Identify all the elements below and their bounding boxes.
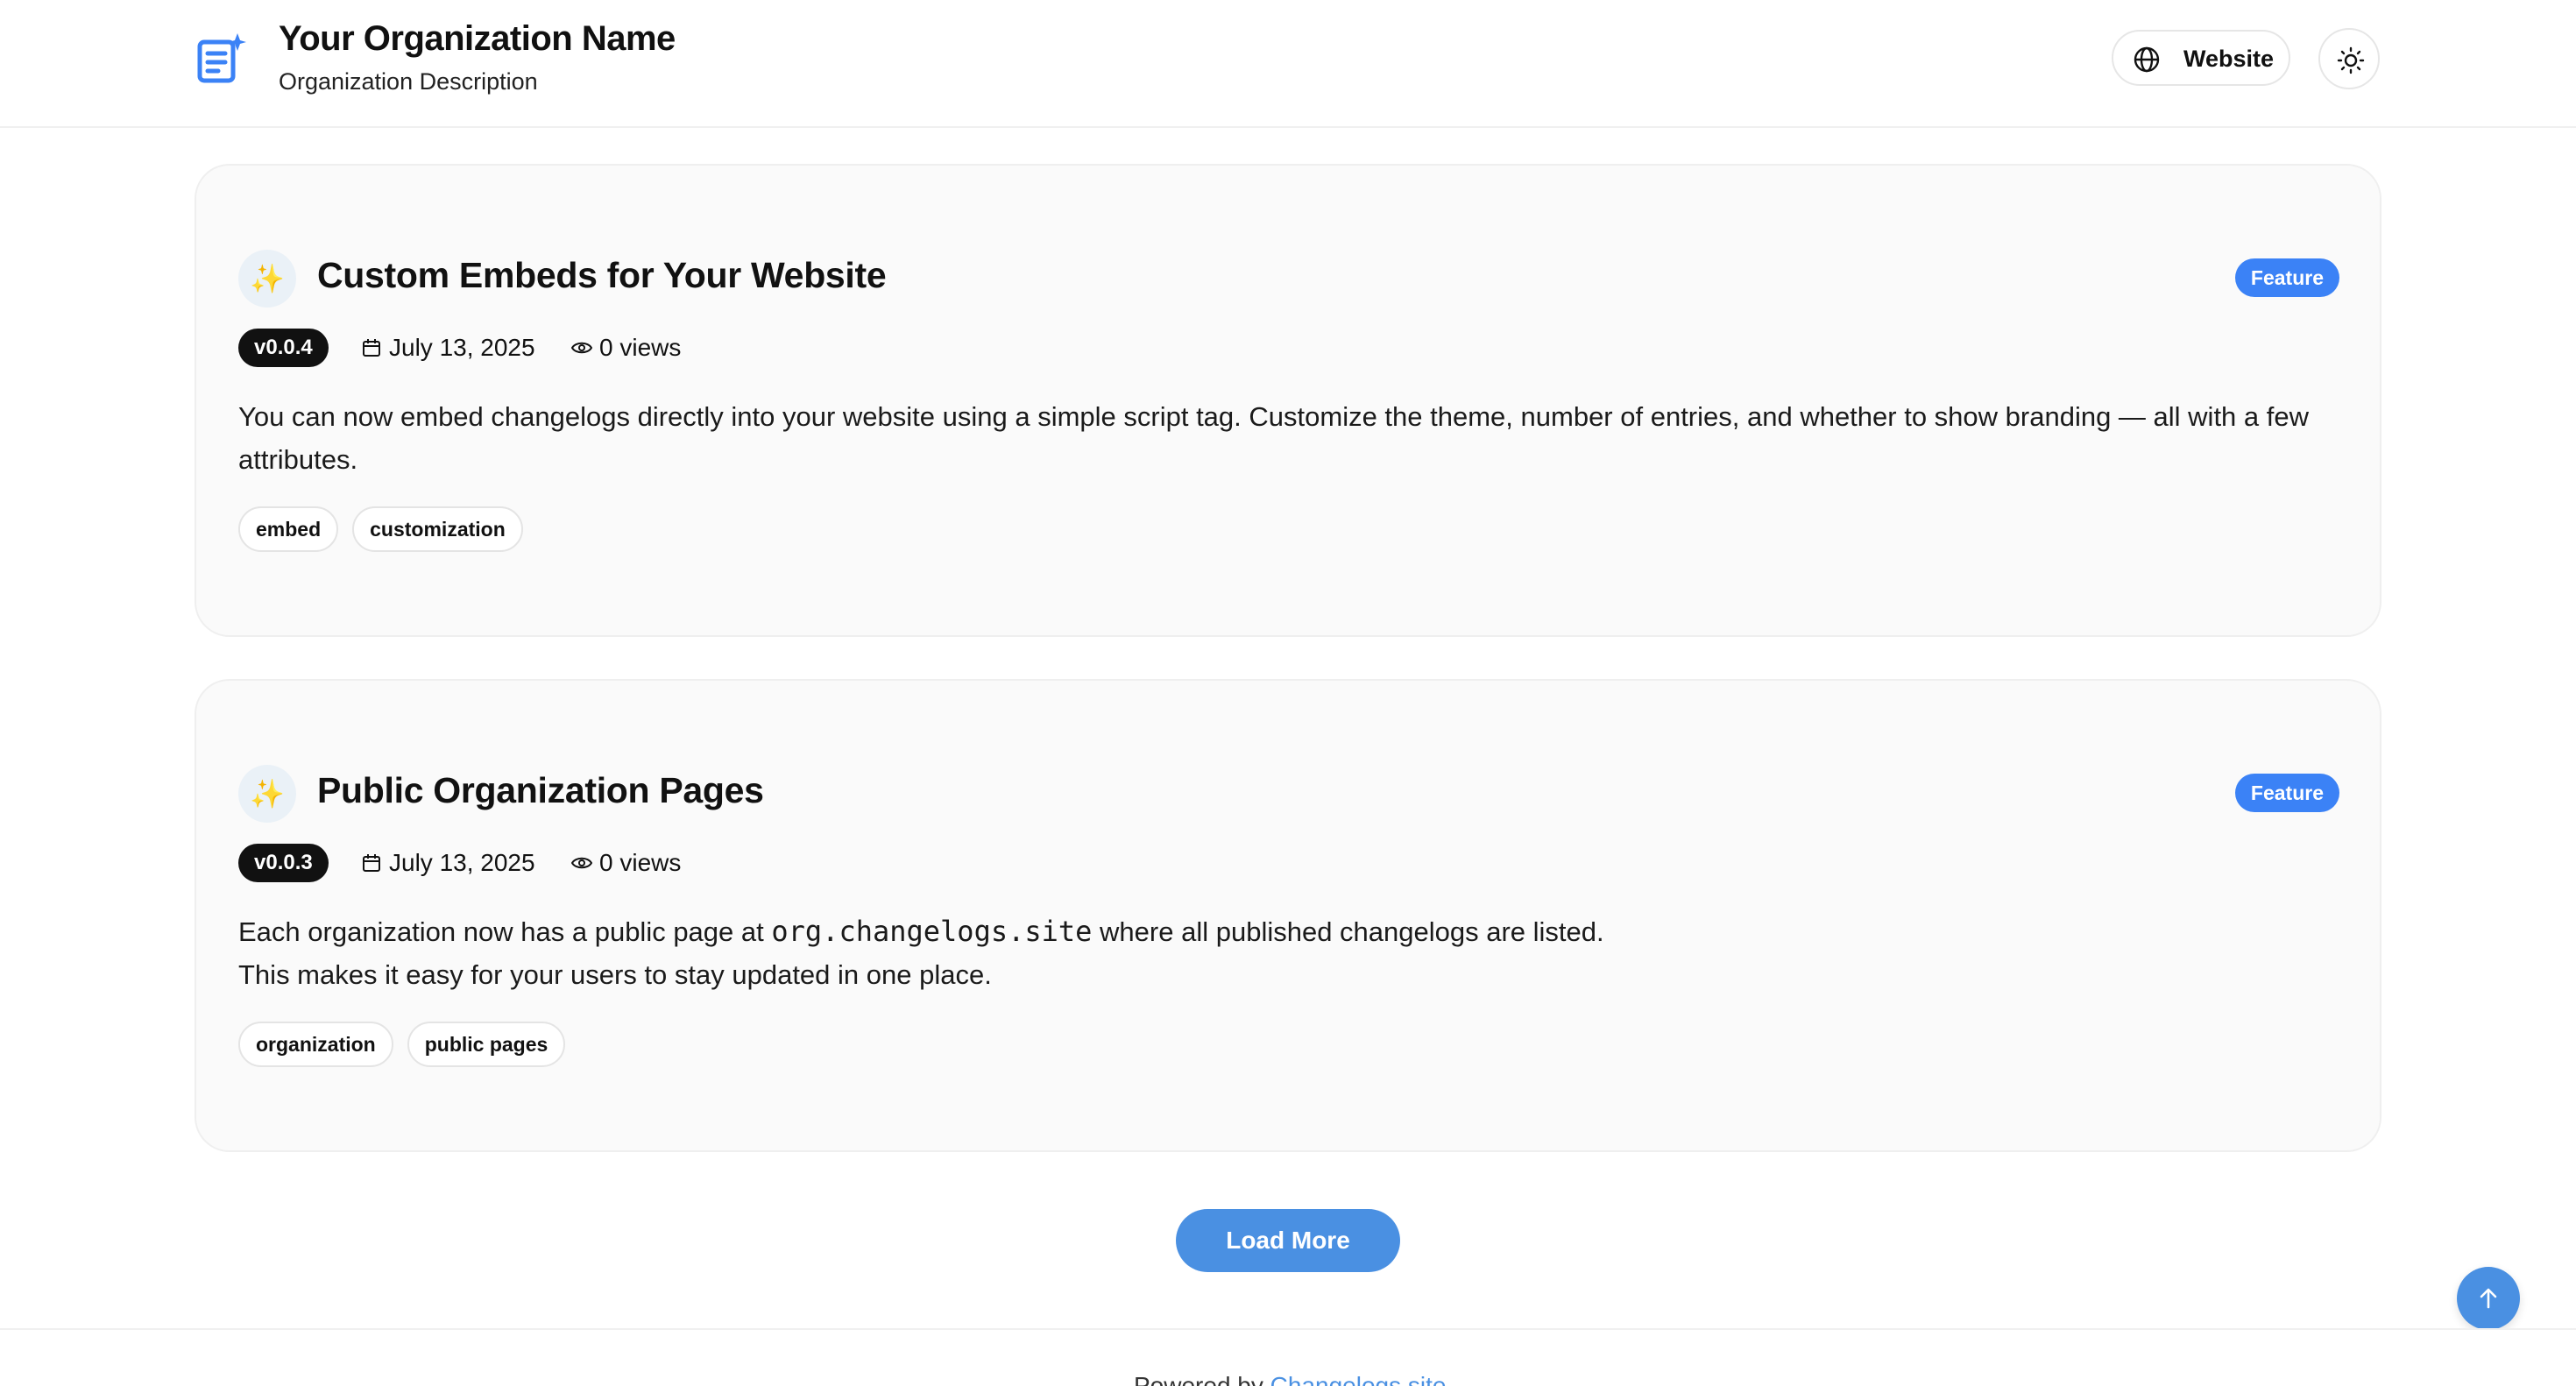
body-text: Each organization now has a public page … bbox=[238, 916, 764, 947]
changelog-title[interactable]: Public Organization Pages bbox=[317, 770, 764, 811]
sparkles-icon: ✨ bbox=[238, 250, 296, 308]
tag-embed[interactable]: embed bbox=[238, 506, 339, 552]
changelog-body: Each organization now has a public page … bbox=[238, 910, 2341, 996]
theme-toggle-button[interactable] bbox=[2318, 28, 2380, 89]
scroll-to-top-button[interactable] bbox=[2457, 1267, 2520, 1330]
calendar-icon bbox=[363, 339, 380, 357]
type-badge: Feature bbox=[2234, 774, 2339, 812]
body-text: where all published changelogs are liste… bbox=[1100, 916, 1604, 947]
org-name: Your Organization Name bbox=[279, 19, 676, 58]
tag-customization[interactable]: customization bbox=[352, 506, 523, 552]
version-badge: v0.0.3 bbox=[238, 844, 329, 882]
document-sparkle-icon bbox=[197, 33, 246, 83]
load-more-button[interactable]: Load More bbox=[1176, 1209, 1400, 1272]
changelog-card[interactable]: ✨ Custom Embeds for Your Website Feature… bbox=[195, 164, 2381, 637]
site-footer: Powered by Changelogs.site bbox=[0, 1328, 2576, 1386]
tag-list: embed customization bbox=[238, 506, 523, 552]
sun-icon bbox=[2337, 46, 2365, 74]
view-count: 0 views bbox=[599, 849, 682, 876]
arrow-up-icon bbox=[2480, 1288, 2497, 1309]
powered-by-text: Powered by bbox=[1134, 1372, 1263, 1386]
org-description: Organization Description bbox=[279, 68, 538, 95]
tag-public-pages[interactable]: public pages bbox=[407, 1022, 566, 1067]
type-badge: Feature bbox=[2234, 258, 2339, 297]
changelog-title[interactable]: Custom Embeds for Your Website bbox=[317, 255, 887, 296]
changelog-date: July 13, 2025 bbox=[389, 849, 535, 876]
calendar-icon bbox=[363, 854, 380, 872]
sparkles-icon: ✨ bbox=[238, 765, 296, 823]
view-count: 0 views bbox=[599, 334, 682, 361]
tag-list: organization public pages bbox=[238, 1022, 566, 1067]
powered-by: Powered by Changelogs.site bbox=[1134, 1372, 1446, 1386]
changelog-card[interactable]: ✨ Public Organization Pages Feature v0.0… bbox=[195, 679, 2381, 1152]
changelog-body: You can now embed changelogs directly in… bbox=[238, 401, 2310, 475]
changelog-date: July 13, 2025 bbox=[389, 334, 535, 361]
body-text: This makes it easy for your users to sta… bbox=[238, 959, 992, 990]
version-badge: v0.0.4 bbox=[238, 329, 329, 367]
globe-icon bbox=[2134, 46, 2160, 73]
inline-code: org.changelogs.site bbox=[771, 915, 1093, 948]
website-button-label: Website bbox=[2183, 46, 2275, 72]
site-header: Your Organization Name Organization Desc… bbox=[0, 0, 2576, 128]
powered-by-link[interactable]: Changelogs.site bbox=[1270, 1372, 1447, 1386]
website-button[interactable]: Website bbox=[2112, 30, 2290, 86]
eye-icon bbox=[571, 857, 592, 869]
eye-icon bbox=[571, 342, 592, 354]
tag-organization[interactable]: organization bbox=[238, 1022, 393, 1067]
